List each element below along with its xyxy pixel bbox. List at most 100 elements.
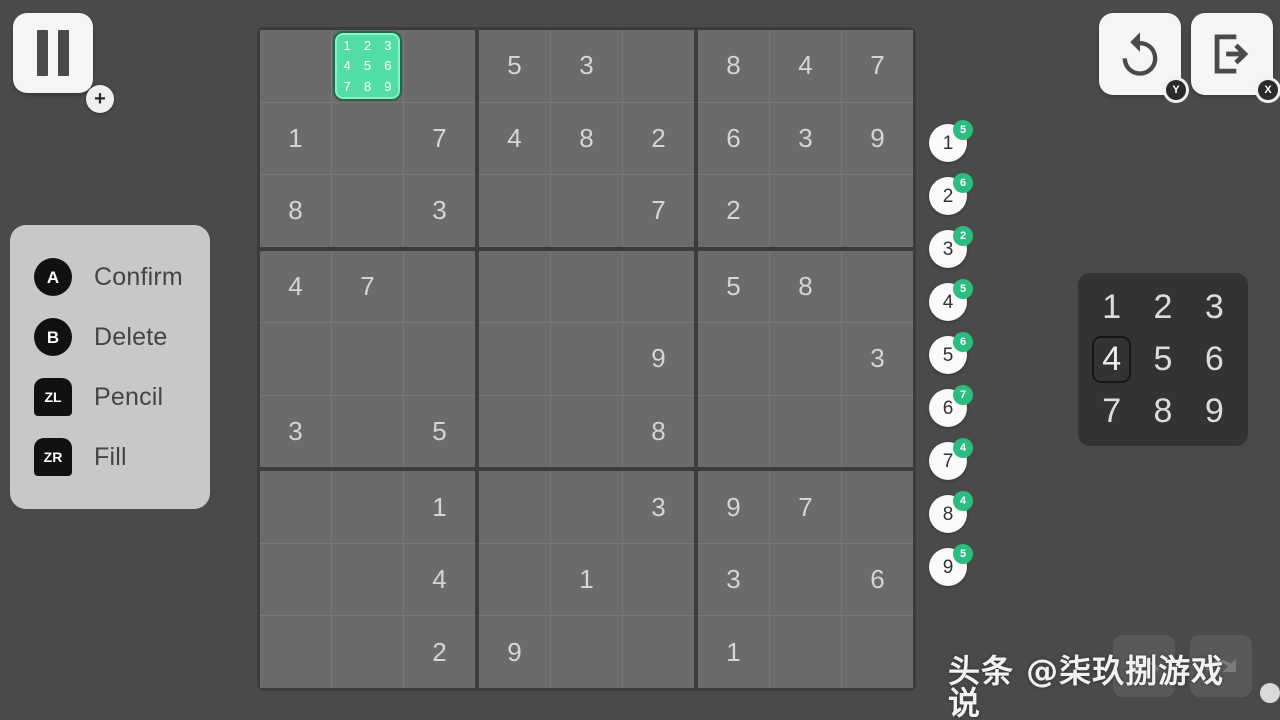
sudoku-cell[interactable] [479,323,550,395]
sudoku-cell[interactable] [404,323,475,395]
sudoku-cell[interactable]: 5 [404,395,475,468]
sudoku-cell[interactable] [332,616,403,688]
exit-button[interactable]: X [1191,13,1280,103]
sudoku-cell[interactable] [332,175,403,247]
sudoku-cell[interactable]: 5 [479,30,550,102]
number-pad-key-2[interactable]: 2 [1137,281,1188,333]
sudoku-cell[interactable] [623,616,694,688]
sudoku-cell[interactable] [260,616,331,688]
number-pad-key-6[interactable]: 6 [1189,333,1240,385]
sudoku-cell[interactable] [842,250,913,323]
sudoku-cell[interactable]: 8 [260,175,331,247]
sudoku-cell[interactable]: 9 [479,616,550,688]
sudoku-cell[interactable]: 1 [551,543,622,616]
sudoku-cell[interactable] [551,471,622,543]
number-counter[interactable]: 56 [929,332,975,389]
sudoku-cell[interactable]: 3 [623,471,694,543]
sudoku-cell[interactable]: 5 [698,250,769,323]
number-pad-key-1[interactable]: 1 [1086,281,1137,333]
sudoku-cell[interactable]: 3 [842,323,913,395]
sudoku-cell[interactable]: 6 [698,102,769,175]
sudoku-cell[interactable]: 9 [623,323,694,395]
number-pad-key-7[interactable]: 7 [1086,386,1137,438]
number-counter[interactable]: 84 [929,491,975,548]
sudoku-cell[interactable] [260,471,331,543]
sudoku-cell[interactable] [770,323,841,395]
sudoku-cell[interactable]: 7 [404,102,475,175]
sudoku-board[interactable]: 1234567891783534827847639247359858314231… [257,27,916,691]
sudoku-cell[interactable] [842,395,913,468]
sudoku-cell[interactable]: 8 [698,30,769,102]
sudoku-cell[interactable] [770,175,841,247]
sudoku-cell[interactable]: 1 [404,471,475,543]
sudoku-cell[interactable]: 2 [404,616,475,688]
number-counter[interactable]: 15 [929,120,975,177]
sudoku-cell[interactable] [842,616,913,688]
number-pad-key-8[interactable]: 8 [1137,386,1188,438]
sudoku-cell[interactable] [623,30,694,102]
sudoku-cell[interactable]: 4 [260,250,331,323]
sudoku-cell[interactable] [623,543,694,616]
number-pad-key-3[interactable]: 3 [1189,281,1240,333]
sudoku-cell[interactable]: 7 [842,30,913,102]
sudoku-cell[interactable] [479,471,550,543]
sudoku-cell[interactable]: 1 [260,102,331,175]
sudoku-cell[interactable] [551,395,622,468]
sudoku-cell[interactable]: 9 [698,471,769,543]
sudoku-cell[interactable] [551,175,622,247]
number-pad[interactable]: 123 456 789 [1078,273,1248,446]
sudoku-cell[interactable] [260,323,331,395]
sudoku-cell[interactable]: 4 [404,543,475,616]
number-pad-key-4[interactable]: 4 [1086,333,1137,385]
number-pad-key-5[interactable]: 5 [1137,333,1188,385]
sudoku-cell[interactable]: 2 [623,102,694,175]
sudoku-cell[interactable] [698,323,769,395]
sudoku-cell[interactable] [770,395,841,468]
number-counter[interactable]: 45 [929,279,975,336]
number-pad-key-9[interactable]: 9 [1189,386,1240,438]
sudoku-cell[interactable] [623,250,694,323]
sudoku-cell[interactable]: 8 [623,395,694,468]
sudoku-cell[interactable]: 9 [842,102,913,175]
sudoku-cell[interactable]: 7 [623,175,694,247]
sudoku-cell[interactable] [698,395,769,468]
sudoku-cell[interactable] [332,471,403,543]
sudoku-cell[interactable] [842,175,913,247]
sudoku-cell[interactable]: 2 [698,175,769,247]
sudoku-cell[interactable] [551,323,622,395]
sudoku-cell[interactable] [770,616,841,688]
sudoku-cell[interactable] [551,250,622,323]
sudoku-cell[interactable] [479,395,550,468]
sudoku-cell[interactable] [479,543,550,616]
sudoku-cell[interactable]: 8 [770,250,841,323]
number-counter[interactable]: 74 [929,438,975,495]
sudoku-cell[interactable]: 3 [404,175,475,247]
number-counter[interactable]: 26 [929,173,975,230]
sudoku-cell[interactable] [479,175,550,247]
sudoku-cell[interactable]: 123 456 789 [332,30,403,102]
number-counter[interactable]: 32 [929,226,975,283]
sudoku-cell[interactable] [332,395,403,468]
sudoku-cell[interactable] [479,250,550,323]
sudoku-cell[interactable]: 3 [698,543,769,616]
sudoku-cell[interactable] [770,543,841,616]
sudoku-cell[interactable] [842,471,913,543]
sudoku-cell[interactable]: 6 [842,543,913,616]
sudoku-cell[interactable]: 4 [770,30,841,102]
number-counter[interactable]: 95 [929,544,975,601]
sudoku-cell[interactable] [551,616,622,688]
restart-button[interactable]: Y [1099,13,1189,103]
sudoku-cell[interactable] [404,30,475,102]
sudoku-cell[interactable] [260,543,331,616]
sudoku-cell[interactable]: 4 [479,102,550,175]
sudoku-cell[interactable] [332,543,403,616]
sudoku-cell[interactable] [404,250,475,323]
sudoku-cell[interactable] [332,323,403,395]
sudoku-cell[interactable] [332,102,403,175]
sudoku-cell[interactable]: 7 [770,471,841,543]
sudoku-cell[interactable]: 1 [698,616,769,688]
sudoku-cell[interactable]: 8 [551,102,622,175]
sudoku-cell[interactable]: 3 [551,30,622,102]
sudoku-cell[interactable] [260,30,331,102]
number-counter[interactable]: 67 [929,385,975,442]
